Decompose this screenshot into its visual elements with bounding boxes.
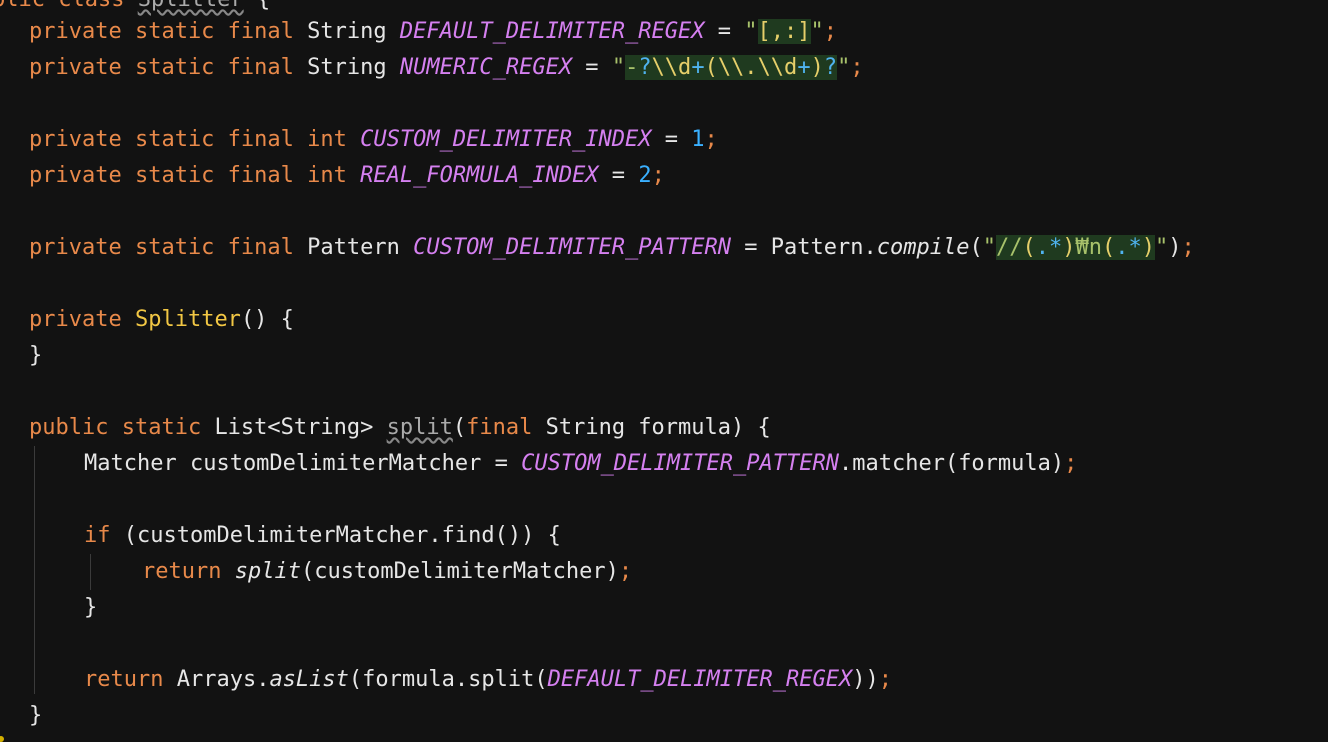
code-line-constructor-close[interactable]: } — [29, 338, 42, 374]
code-line-matcher-decl[interactable]: Matcher customDelimiterMatcher = CUSTOM_… — [84, 446, 1077, 482]
code-line-custom-delimiter-pattern[interactable]: private static final Pattern CUSTOM_DELI… — [29, 230, 1195, 266]
code-line-custom-delimiter-index[interactable]: private static final int CUSTOM_DELIMITE… — [29, 122, 718, 158]
lightbulb-hint-icon[interactable] — [0, 736, 4, 742]
code-line-real-formula-index[interactable]: private static final int REAL_FORMULA_IN… — [29, 158, 665, 194]
code-line-constructor[interactable]: private Splitter() { — [29, 302, 294, 338]
code-line-default-delimiter[interactable]: private static final String DEFAULT_DELI… — [29, 14, 837, 50]
code-line-numeric-regex[interactable]: private static final String NUMERIC_REGE… — [29, 50, 864, 86]
code-line-split-method[interactable]: public static List<String> split(final S… — [29, 410, 771, 446]
indent-guide-inner — [90, 554, 91, 590]
code-line-return-split[interactable]: return split(customDelimiterMatcher); — [142, 554, 632, 590]
indent-guide — [34, 446, 35, 694]
code-line-method-close[interactable]: } — [29, 698, 42, 734]
code-line-if-find[interactable]: if (customDelimiterMatcher.find()) { — [84, 518, 561, 554]
code-line-return-aslist[interactable]: return Arrays.asList(formula.split(DEFAU… — [84, 662, 892, 698]
code-line-if-close[interactable]: } — [84, 590, 97, 626]
code-editor[interactable]: blic class Splitter { private static fin… — [0, 0, 1328, 742]
